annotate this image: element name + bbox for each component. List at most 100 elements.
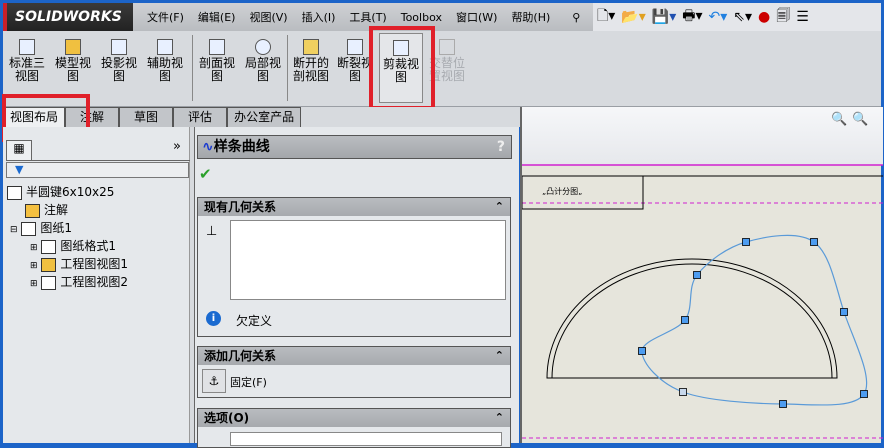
tree-item-drawing-view2[interactable]: ⊞ 工程图视图2 xyxy=(30,273,128,290)
options-section: 选项(O) ⌃ xyxy=(197,408,511,448)
pin-icon[interactable]: ⚲ xyxy=(572,11,580,24)
solidworks-logo: SOLIDWORKS xyxy=(3,3,133,31)
model-view-button[interactable]: 模型视图 xyxy=(51,39,95,83)
spline-point-handle[interactable] xyxy=(779,400,787,408)
section-view-icon xyxy=(209,39,225,55)
drawing-icon xyxy=(7,185,22,200)
collapse-chevron-icon[interactable]: ⌃ xyxy=(495,347,504,365)
menu-tools[interactable]: 工具(T) xyxy=(349,9,386,25)
collapse-icon[interactable]: ⊟ xyxy=(10,225,18,235)
info-icon: i xyxy=(206,311,221,326)
tab-evaluate[interactable]: 评估 xyxy=(173,107,228,127)
projected-view-icon xyxy=(111,39,127,55)
collapse-chevron-icon[interactable]: ⌃ xyxy=(495,409,504,427)
expand-icon[interactable]: ⊞ xyxy=(30,261,38,271)
status-text: 欠定义 xyxy=(236,314,273,328)
menu-insert[interactable]: 插入(I) xyxy=(302,9,336,25)
projected-view-icon xyxy=(41,275,57,290)
tree-item-sheet1[interactable]: ⊟ 图纸1 xyxy=(10,219,72,236)
tree-item-sheet-format1[interactable]: ⊞ 图纸格式1 xyxy=(30,237,116,254)
options-icon[interactable]: ☰ xyxy=(796,9,809,25)
break-view-icon xyxy=(347,39,363,55)
spline-point-handle[interactable] xyxy=(638,347,646,355)
spline-point-handle[interactable] xyxy=(681,316,689,324)
menu-window[interactable]: 窗口(W) xyxy=(456,9,497,25)
save-icon[interactable]: 💾▾ xyxy=(652,9,676,25)
ok-check-icon[interactable]: ✔ xyxy=(199,165,212,183)
feature-manager-panel: ▦ » ▼ 半圆键6x10x25 注解 ⊟ 图纸1 ⊞ 图纸格式1 ⊞ 工程图视… xyxy=(3,127,190,443)
relation-icon: ⊥ xyxy=(206,224,218,239)
collapse-chevron-icon[interactable]: ⌃ xyxy=(495,198,504,216)
divider xyxy=(192,35,193,101)
rebuild-icon[interactable]: ● xyxy=(758,9,770,25)
expand-icon[interactable]: ⊞ xyxy=(30,279,38,289)
spline-point-handle[interactable] xyxy=(742,238,750,246)
tree-item-drawing-view1[interactable]: ⊞ 工程图视图1 xyxy=(30,255,128,272)
menu-bar: 文件(F) 编辑(E) 视图(V) 插入(I) 工具(T) Toolbox 窗口… xyxy=(133,3,593,31)
command-manager-ribbon: 标准三 视图 模型视图 投影视图 辅助视图 剖面视图 局部视图 断开的 剖视图 断裂… xyxy=(3,31,881,107)
quick-access-toolbar: 🗋▾ 📂▾ 💾▾ 🖶▾ ↶▾ ⇖▾ ● 🗐 ☰ xyxy=(597,3,809,31)
menu-toolbox[interactable]: Toolbox xyxy=(401,11,442,24)
filter-icon: ▼ xyxy=(15,163,24,176)
menu-edit[interactable]: 编辑(E) xyxy=(198,9,236,25)
tree-root[interactable]: 半圆键6x10x25 xyxy=(7,183,114,200)
drawing-sheet: „凸计分图„ xyxy=(522,164,883,439)
file-properties-icon[interactable]: 🗐 xyxy=(776,5,790,29)
fix-relation-label: 固定(F) xyxy=(230,376,267,389)
feature-tree-icon: ▦ xyxy=(13,141,25,155)
print-icon[interactable]: 🖶▾ xyxy=(682,5,702,29)
title-block-cell xyxy=(522,175,644,210)
detail-view-button[interactable]: 局部视图 xyxy=(241,39,285,83)
half-round-key-chamfer xyxy=(551,263,833,379)
feature-manager-tab[interactable]: ▦ xyxy=(6,140,32,160)
highlight-box-crop-view xyxy=(369,26,435,110)
expand-chevron-icon[interactable]: » xyxy=(173,139,181,154)
divider xyxy=(287,35,288,101)
filter-input[interactable]: ▼ xyxy=(6,162,189,178)
select-icon[interactable]: ⇖▾ xyxy=(733,9,752,25)
standard-views-icon xyxy=(19,39,35,55)
title-menu-bar: SOLIDWORKS 文件(F) 编辑(E) 视图(V) 插入(I) 工具(T)… xyxy=(3,3,881,31)
add-relations-section: 添加几何关系 ⌃ ⚓ 固定(F) xyxy=(197,346,511,398)
new-file-icon[interactable]: 🗋▾ xyxy=(597,5,615,29)
detail-view-icon xyxy=(255,39,271,55)
broken-out-section-button[interactable]: 断开的 剖视图 xyxy=(289,39,333,83)
tree-item-annotations[interactable]: 注解 xyxy=(25,201,68,218)
menu-view[interactable]: 视图(V) xyxy=(249,9,287,25)
spline-point-handle[interactable] xyxy=(860,390,868,398)
spline-point-handle[interactable] xyxy=(693,271,701,279)
sheet-icon xyxy=(21,221,37,236)
drawing-view-icon xyxy=(41,257,57,272)
spline-point-handle[interactable] xyxy=(810,238,818,246)
broken-out-section-icon xyxy=(303,39,319,55)
pm-header: ∿样条曲线? xyxy=(197,135,512,159)
spline-point-handle[interactable] xyxy=(679,388,687,396)
tab-office-products[interactable]: 办公室产品 xyxy=(227,107,302,127)
relations-list[interactable] xyxy=(230,220,506,300)
projected-view-button[interactable]: 投影视图 xyxy=(97,39,141,83)
annotations-folder-icon xyxy=(25,203,40,218)
tab-sketch[interactable]: 草图 xyxy=(119,107,174,127)
spline-point-handle[interactable] xyxy=(840,308,848,316)
existing-relations-section: 现有几何关系 ⌃ ⊥ i 欠定义 xyxy=(197,197,511,337)
fix-relation-button[interactable]: ⚓ xyxy=(202,369,226,393)
divider xyxy=(6,160,190,161)
expand-icon[interactable]: ⊞ xyxy=(30,243,38,253)
standard-3-view-button[interactable]: 标准三 视图 xyxy=(5,39,49,83)
auxiliary-view-button[interactable]: 辅助视图 xyxy=(143,39,187,83)
undo-icon[interactable]: ↶▾ xyxy=(708,9,727,25)
sheet-format-icon xyxy=(41,239,57,254)
spline-curve[interactable] xyxy=(641,234,868,406)
model-view-icon xyxy=(65,39,81,55)
property-manager: ∿样条曲线? ✔ 现有几何关系 ⌃ ⊥ i 欠定义 添加几何关系 ⌃ ⚓ 固定(F)… xyxy=(195,127,519,448)
half-round-key-outline xyxy=(546,258,838,379)
anchor-icon: ⚓ xyxy=(208,374,220,388)
help-icon[interactable]: ? xyxy=(497,136,505,158)
menu-help[interactable]: 帮助(H) xyxy=(511,9,550,25)
title-block-text: „凸计分图„ xyxy=(542,186,582,196)
options-field[interactable] xyxy=(230,432,502,446)
graphics-area[interactable]: 🔍 🔍 „凸计分图„ xyxy=(520,107,883,443)
section-view-button[interactable]: 剖面视图 xyxy=(195,39,239,83)
open-file-icon[interactable]: 📂▾ xyxy=(621,9,645,25)
menu-file[interactable]: 文件(F) xyxy=(147,9,184,25)
